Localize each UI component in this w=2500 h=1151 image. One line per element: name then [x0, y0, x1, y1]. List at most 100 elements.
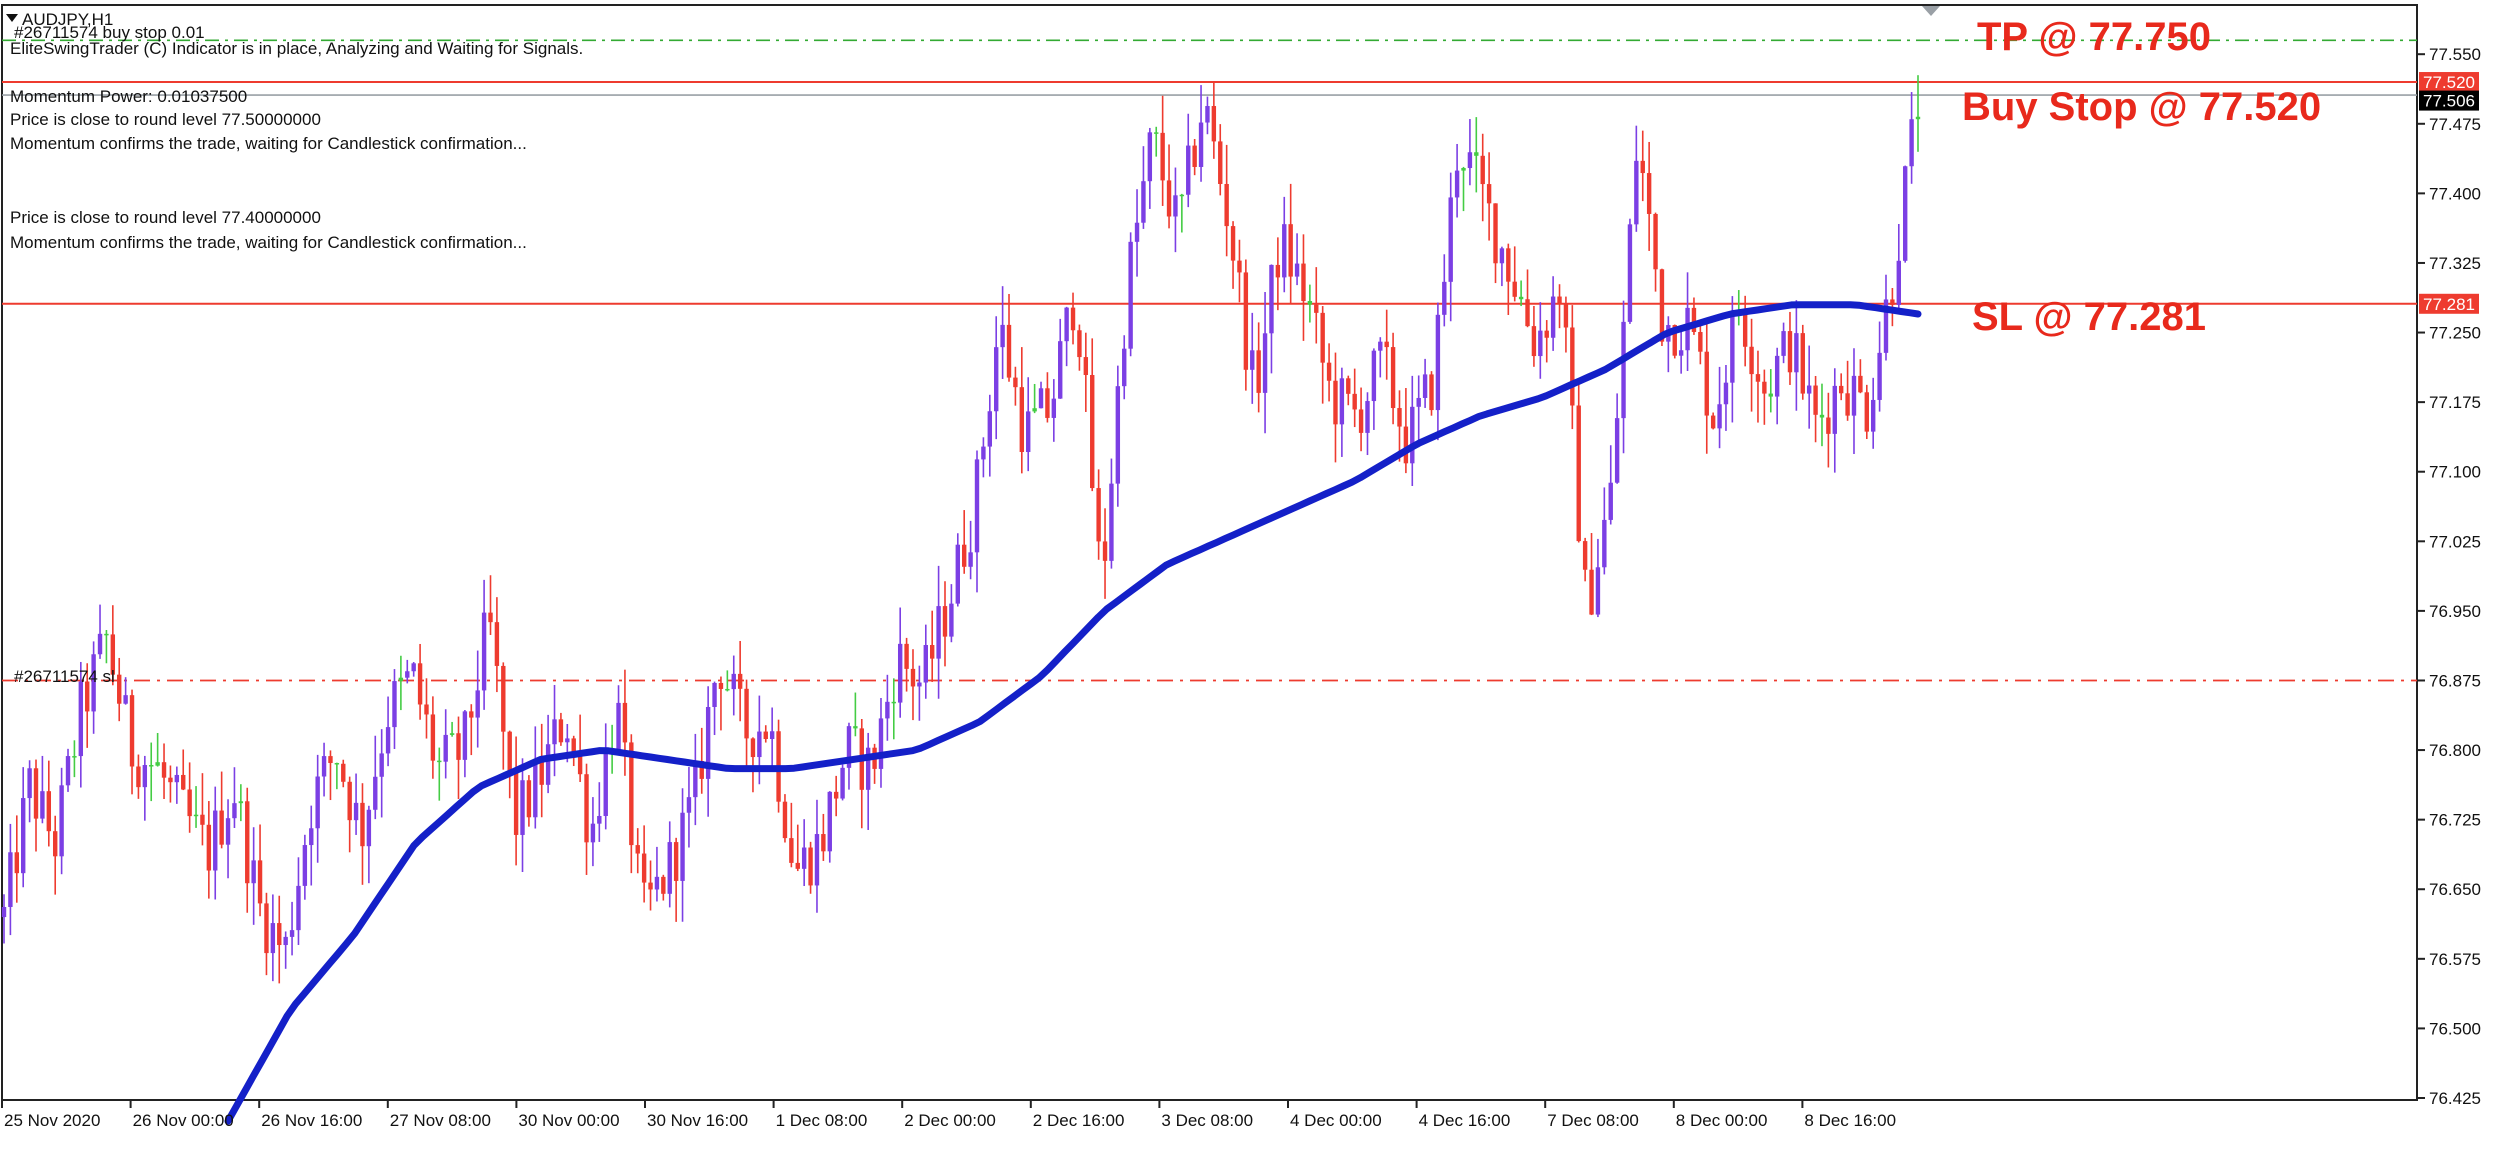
candle-body — [238, 801, 244, 804]
candle-body — [456, 733, 461, 760]
candle-body — [424, 704, 429, 715]
candle-body — [398, 677, 404, 682]
candle-body — [72, 756, 77, 758]
candle-body — [1653, 213, 1658, 270]
candle-body — [1179, 194, 1185, 197]
candle-body — [801, 847, 807, 869]
x-tick-label: 8 Dec 00:00 — [1676, 1111, 1768, 1130]
candle-body — [1582, 541, 1588, 570]
momentum-power: Momentum Power: 0.01037500 — [10, 87, 247, 106]
candle-body — [1237, 260, 1242, 273]
y-tick-label: 76.875 — [2429, 671, 2481, 690]
candle-body — [1576, 405, 1581, 542]
candle-body — [661, 876, 666, 894]
candle-body — [59, 785, 64, 857]
candle-body — [1627, 224, 1633, 322]
candle-body — [949, 603, 954, 637]
candle-body — [149, 765, 154, 767]
svg-text:77.281: 77.281 — [2423, 295, 2475, 314]
candle-body — [481, 612, 487, 691]
candle-body — [1480, 155, 1485, 185]
x-tick-label: 26 Nov 00:00 — [133, 1111, 234, 1130]
candle-body — [1659, 269, 1665, 342]
candle-body — [213, 810, 218, 871]
candle-body — [1902, 166, 1908, 261]
candle-body — [1454, 170, 1460, 198]
candle-body — [200, 814, 205, 825]
candle-body — [795, 862, 800, 869]
candle-body — [622, 702, 628, 743]
candle-body — [994, 347, 999, 412]
candle-body — [565, 738, 570, 743]
candle — [1627, 218, 1633, 324]
candle-body — [897, 643, 903, 703]
candle-body — [1326, 362, 1332, 381]
candle-body — [405, 671, 410, 678]
candle-body — [366, 809, 372, 847]
candle-body — [1806, 385, 1812, 394]
candle-body — [443, 734, 448, 762]
candle-body — [1864, 392, 1869, 432]
candle-body — [673, 842, 679, 881]
candle-body — [507, 731, 512, 771]
candle-body — [635, 845, 640, 854]
candle-body — [302, 845, 308, 886]
candle-body — [757, 731, 762, 758]
candle-body — [552, 719, 557, 745]
candle-body — [590, 823, 596, 843]
candle-body — [411, 663, 416, 672]
candle-body — [1390, 347, 1396, 409]
candle-body — [910, 668, 916, 687]
y-tick-label: 76.425 — [2429, 1089, 2481, 1108]
candle-body — [1768, 393, 1773, 397]
candle-body — [1550, 296, 1556, 338]
candle-body — [206, 824, 212, 871]
candle-body — [1435, 314, 1441, 411]
candle-body — [296, 885, 301, 931]
candle — [1429, 371, 1434, 416]
candle-body — [1762, 381, 1767, 394]
candle-body — [437, 760, 442, 763]
signal-2-line-1: Price is close to round level 77.4000000… — [10, 208, 321, 227]
x-tick-label: 25 Nov 2020 — [4, 1111, 100, 1130]
candle-body — [1096, 488, 1101, 542]
candle-body — [1531, 326, 1537, 357]
candle-body — [1205, 106, 1210, 123]
candle-body — [341, 763, 346, 782]
y-tick-label: 76.500 — [2429, 1019, 2481, 1038]
candle-body — [1013, 377, 1018, 388]
y-tick-label: 77.100 — [2429, 463, 2481, 482]
candle — [1902, 165, 1908, 263]
candle-body — [1486, 184, 1492, 204]
candle-body — [1723, 382, 1729, 405]
candle-body — [597, 815, 602, 824]
candle-body — [1403, 426, 1409, 464]
y-tick-label: 76.950 — [2429, 602, 2481, 621]
candle-body — [14, 852, 20, 874]
candle-body — [917, 682, 922, 687]
candle-body — [1608, 482, 1613, 520]
sl-order-label: #26711574 sl — [14, 667, 115, 686]
candle-body — [1000, 324, 1005, 348]
candle-body — [1525, 299, 1530, 327]
candle-body — [1141, 181, 1146, 223]
candle-body — [1467, 152, 1473, 169]
candle-body — [501, 665, 506, 732]
candle-body — [1365, 401, 1370, 433]
candle-body — [264, 903, 269, 954]
candle-body — [321, 756, 327, 777]
candle-body — [1512, 281, 1517, 297]
candle-body — [1032, 408, 1037, 412]
candle-body — [328, 756, 333, 763]
candle-body — [1858, 375, 1863, 393]
candle-body — [392, 681, 397, 728]
candle-body — [1038, 388, 1044, 409]
chart-window: 77.550 77.475 77.400 77.325 77.250 77.175 77.1… — [0, 0, 2500, 1146]
candle-body — [686, 797, 692, 813]
candle-body — [1134, 222, 1140, 242]
candle-body — [117, 674, 122, 704]
x-tick-label: 1 Dec 08:00 — [776, 1111, 868, 1130]
candle-body — [1499, 248, 1505, 264]
candle-body — [1269, 264, 1274, 334]
candle-body — [1122, 348, 1127, 387]
